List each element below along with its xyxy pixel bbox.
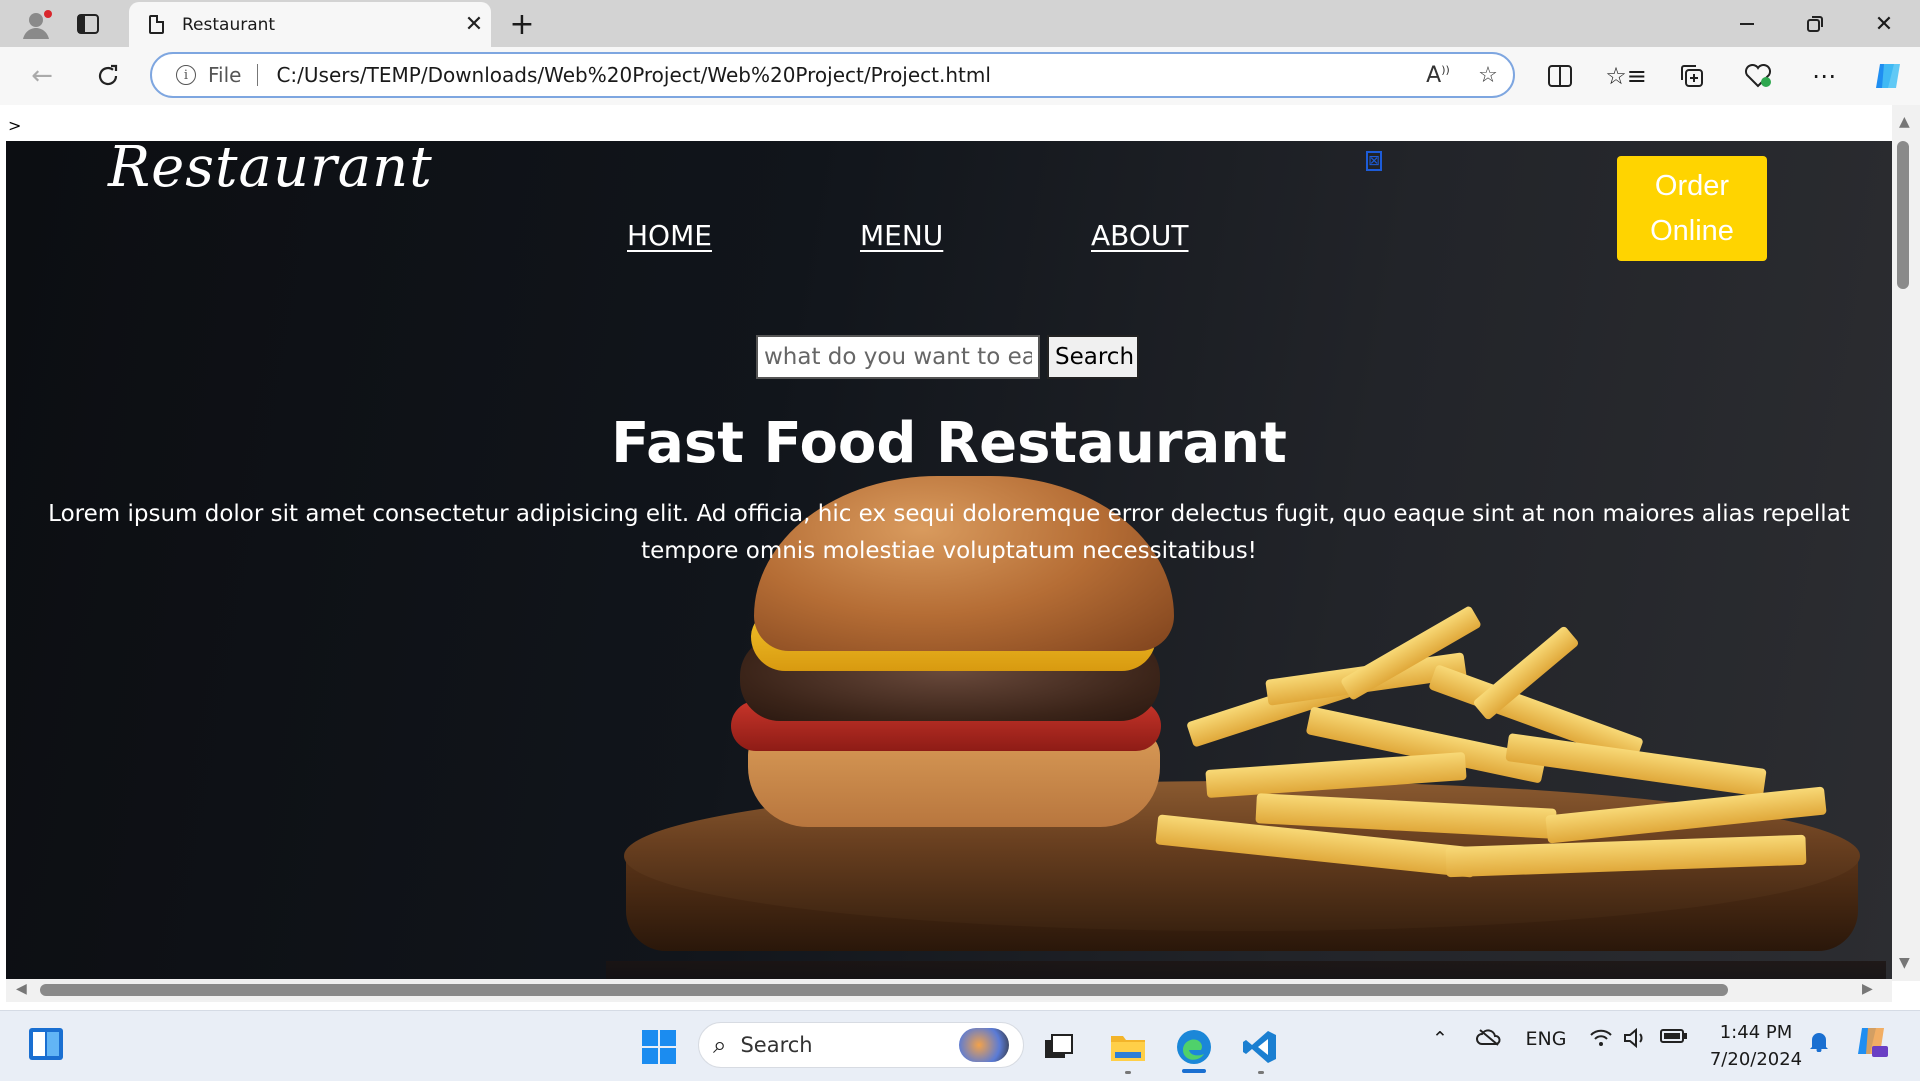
read-aloud-icon[interactable]: A)) (1413, 63, 1463, 88)
search-icon: ⌕ (713, 1031, 727, 1059)
taskbar-search-label: Search (740, 1033, 813, 1057)
minimize-icon[interactable] (1727, 6, 1767, 42)
address-divider (257, 64, 259, 86)
order-button-line2: Online (1650, 214, 1734, 247)
order-online-button[interactable]: Order Online (1617, 156, 1767, 261)
stray-text: > (8, 116, 22, 135)
show-hidden-icons-chevron-icon[interactable]: ⌃ (1428, 1028, 1452, 1050)
system-clock[interactable]: 1:44 PM 7/20/2024 (1708, 1019, 1804, 1073)
new-tab-icon[interactable]: + (502, 6, 542, 42)
search-button[interactable]: Search (1047, 335, 1139, 379)
running-indicator (1125, 1071, 1131, 1074)
tab-actions-icon[interactable] (70, 8, 106, 40)
site-info-icon[interactable]: i (176, 65, 196, 85)
volume-icon[interactable] (1622, 1028, 1648, 1048)
collections-icon[interactable] (1672, 58, 1712, 94)
scroll-down-arrow-icon[interactable]: ▼ (1899, 955, 1910, 971)
wifi-icon[interactable] (1588, 1028, 1614, 1048)
browser-tab[interactable]: Restaurant ✕ (129, 2, 491, 47)
nav-about-link[interactable]: ABOUT (1091, 219, 1189, 252)
browser-essentials-icon[interactable] (1738, 58, 1778, 94)
refresh-icon[interactable] (88, 58, 128, 94)
broken-image-icon: ⊠ (1366, 151, 1382, 171)
hero-content: Restaurant HOME MENU ABOUT ⊠ Order Online… (6, 135, 1892, 979)
edge-browser-icon[interactable] (1171, 1025, 1217, 1069)
food-search-input[interactable] (756, 335, 1040, 379)
favorite-star-icon[interactable]: ☆ (1463, 63, 1513, 88)
task-view-icon[interactable] (1036, 1025, 1082, 1069)
onedrive-icon[interactable] (1474, 1028, 1504, 1046)
clock-date: 7/20/2024 (1709, 1049, 1803, 1070)
profile-avatar-icon[interactable] (18, 6, 54, 42)
running-indicator-2 (1258, 1071, 1264, 1074)
vscode-icon[interactable] (1237, 1025, 1283, 1069)
vertical-scroll-thumb[interactable] (1897, 141, 1909, 289)
copilot-icon[interactable] (1868, 58, 1908, 94)
clock-time: 1:44 PM (1719, 1022, 1793, 1043)
hero-description: Lorem ipsum dolor sit amet consectetur a… (48, 501, 1850, 564)
active-app-indicator (1182, 1069, 1206, 1073)
nav-home-link[interactable]: HOME (627, 219, 712, 252)
url-text[interactable]: C:/Users/TEMP/Downloads/Web%20Project/We… (276, 63, 1413, 87)
start-windows-icon[interactable] (636, 1025, 682, 1069)
horizontal-scroll-thumb[interactable] (40, 984, 1728, 996)
address-bar[interactable]: i File C:/Users/TEMP/Downloads/Web%20Pro… (150, 52, 1515, 98)
widgets-icon[interactable] (28, 1027, 64, 1061)
restore-icon[interactable] (1795, 6, 1835, 42)
page-icon (149, 15, 164, 34)
split-screen-icon[interactable] (1540, 58, 1580, 94)
tab-title: Restaurant (182, 14, 276, 35)
favorites-icon[interactable]: ☆≡ (1605, 58, 1647, 94)
back-icon[interactable]: ← (22, 58, 62, 94)
close-window-icon[interactable]: ✕ (1864, 6, 1904, 42)
file-explorer-icon[interactable] (1105, 1025, 1151, 1069)
language-indicator[interactable]: ENG (1524, 1028, 1568, 1050)
scroll-left-arrow-icon[interactable]: ◀ (16, 981, 27, 997)
notification-bell-icon[interactable] (1806, 1030, 1832, 1052)
order-button-line1: Order (1654, 169, 1730, 202)
close-tab-icon[interactable]: ✕ (457, 12, 491, 37)
site-logo[interactable]: Restaurant (108, 135, 433, 200)
more-options-icon[interactable]: ⋯ (1804, 58, 1844, 94)
taskbar-search-box[interactable]: ⌕ Search (698, 1022, 1024, 1068)
scroll-up-arrow-icon[interactable]: ▲ (1899, 114, 1910, 130)
hero-title: Fast Food Restaurant (611, 411, 1287, 476)
battery-icon[interactable] (1660, 1028, 1688, 1044)
nav-menu-link[interactable]: MENU (860, 219, 943, 252)
scheme-label: File (208, 63, 242, 87)
search-highlight-icon (959, 1028, 1009, 1062)
copilot-taskbar-icon[interactable] (1852, 1024, 1892, 1060)
scroll-right-arrow-icon[interactable]: ▶ (1862, 981, 1873, 997)
